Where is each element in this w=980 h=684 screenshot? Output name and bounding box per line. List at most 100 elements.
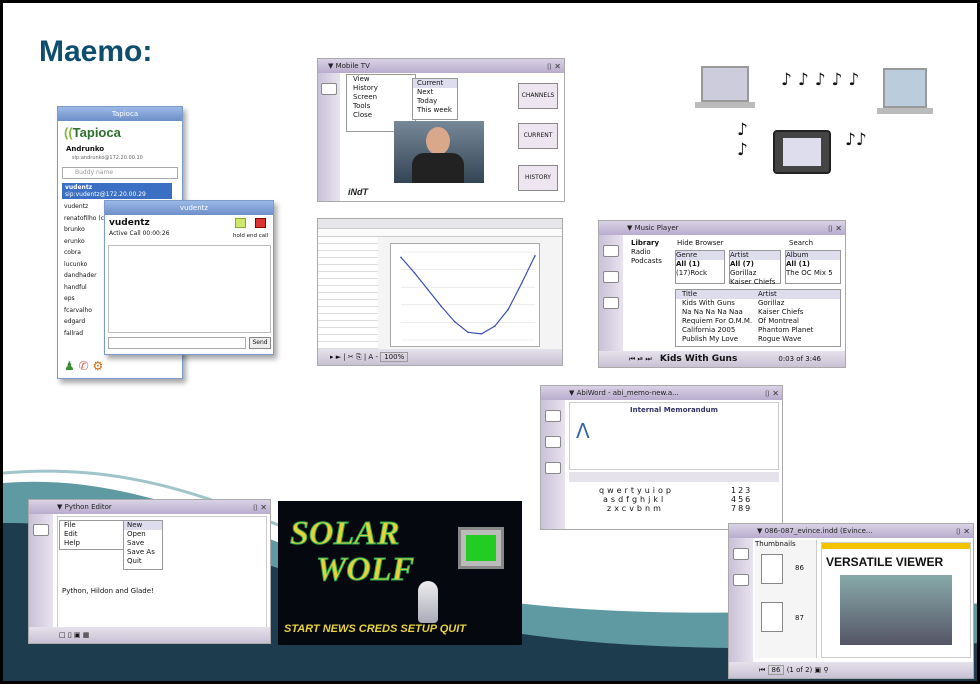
call-contact-name: vudentz <box>109 218 150 228</box>
close-icon[interactable]: ⌷ ✕ <box>253 501 267 514</box>
spreadsheet-toolbar <box>318 219 562 229</box>
chart-data-point <box>400 256 402 259</box>
menu-item-file[interactable]: File <box>60 521 124 530</box>
menu-quit[interactable]: QUIT <box>440 623 466 635</box>
abiword-document[interactable]: Internal Memorandum Λ <box>569 402 779 470</box>
artist-item[interactable]: All (7) <box>730 260 780 269</box>
end-call-icon[interactable] <box>255 218 266 228</box>
track-row[interactable]: California 2005 Phantom Planet <box>676 326 840 335</box>
submenu-item-save-as[interactable]: Save As <box>124 548 162 557</box>
chart-data-point <box>480 333 483 335</box>
channels-button[interactable]: CHANNELS <box>518 83 558 109</box>
artist-item[interactable]: Kaiser Chiefs <box>730 278 780 287</box>
thumbnails-label[interactable]: Thumbnails <box>755 540 816 549</box>
page-number-field[interactable]: 86 <box>767 665 785 675</box>
end-call-label[interactable]: end call <box>247 233 269 239</box>
source-podcasts[interactable]: Podcasts <box>631 257 673 266</box>
artist-column-header[interactable]: Artist <box>758 290 777 298</box>
spreadsheet-column-headers <box>318 229 562 237</box>
solarwolf-window: SOLAR WOLF START NEWS CREDS SETUP QUIT <box>278 501 522 645</box>
solarwolf-menu: START NEWS CREDS SETUP QUIT <box>284 623 466 635</box>
track-artist: Rogue Wave <box>758 335 802 343</box>
submenu-item-save[interactable]: Save <box>124 539 162 548</box>
title-column-header[interactable]: Title <box>676 290 758 299</box>
pdf-viewer-toolbar: ⏮ 86 (1 of 2) ▣ ⚲ <box>729 662 973 678</box>
submenu-item-quit[interactable]: Quit <box>124 557 162 566</box>
history-button[interactable]: HISTORY <box>518 165 558 191</box>
search-label: Search <box>789 239 814 247</box>
track-artist: Gorillaz <box>758 299 785 307</box>
close-icon[interactable]: ⌷ ✕ <box>765 387 779 400</box>
memo-logo: Λ <box>576 419 590 443</box>
now-playing-title: Kids With Guns <box>659 354 738 364</box>
source-library[interactable]: Library <box>631 239 673 248</box>
close-icon[interactable]: ⌷ ✕ <box>547 60 561 73</box>
menu-item-history[interactable]: History <box>347 84 415 93</box>
submenu-item-current[interactable]: Current <box>413 79 457 88</box>
track-row[interactable]: Requiem For O.M.M. Of Montreal <box>676 317 840 326</box>
track-title: California 2005 <box>682 326 736 334</box>
genre-item[interactable]: All (1) <box>676 260 724 269</box>
contact-selected[interactable]: vudentz sip:vudentz@172.20.00.29 <box>62 183 172 199</box>
settings-icon[interactable]: ⚙ <box>92 359 103 373</box>
artist-item[interactable]: Gorillaz <box>730 269 780 278</box>
source-radio[interactable]: Radio <box>631 248 673 257</box>
thumbnail-page-86[interactable] <box>761 554 783 584</box>
call-icon[interactable]: ✆ <box>79 359 89 373</box>
python-editor-title: Python Editor <box>64 503 112 511</box>
current-button[interactable]: CURRENT <box>518 123 558 149</box>
close-icon[interactable]: ⌷ ✕ <box>828 222 842 235</box>
buddy-search-input[interactable]: Buddy name <box>62 167 178 179</box>
album-header[interactable]: Album <box>786 251 840 260</box>
track-list-header: Title Artist <box>676 290 840 299</box>
menu-item-screen[interactable]: Screen <box>347 93 415 102</box>
music-title: Music Player <box>634 224 679 232</box>
artist-header[interactable]: Artist <box>730 251 780 260</box>
album-item[interactable]: The OC Mix 5 <box>786 269 840 278</box>
numpad[interactable]: 123 456 789 <box>731 486 752 513</box>
submenu-item-open[interactable]: Open <box>124 530 162 539</box>
submenu-item-this-week[interactable]: This week <box>413 106 457 115</box>
menu-news[interactable]: NEWS <box>323 623 356 635</box>
genre-item[interactable]: (17)Rock <box>676 269 724 278</box>
numpad-row[interactable]: 789 <box>731 504 752 513</box>
mobile-tv-window: ▼ Mobile TV ⌷ ✕ View History Screen Tools… <box>317 58 565 202</box>
zoom-field[interactable]: 100% <box>380 352 409 362</box>
track-row[interactable]: Publish My Love Rogue Wave <box>676 335 840 344</box>
menu-start[interactable]: START <box>284 623 320 635</box>
menu-creds[interactable]: CREDS <box>359 623 398 635</box>
menu-item-help[interactable]: Help <box>60 539 124 548</box>
pdf-viewer-sidebar <box>729 538 753 678</box>
numpad-row[interactable]: 123 <box>731 486 752 495</box>
thumbnail-page-87[interactable] <box>761 602 783 632</box>
track-row[interactable]: Na Na Na Na Naa Kaiser Chiefs <box>676 308 840 317</box>
chat-input[interactable] <box>108 337 246 349</box>
mobile-tv-submenu: Current Next Today This week <box>412 78 458 120</box>
tapioca-toolbar-icons[interactable]: ♟ ✆ ⚙ <box>64 359 103 373</box>
laptop-left-base <box>695 102 755 108</box>
submenu-item-today[interactable]: Today <box>413 97 457 106</box>
album-item[interactable]: All (1) <box>786 260 840 269</box>
hide-browser-toggle[interactable]: Hide Browser <box>677 239 724 248</box>
presenter-suit <box>412 153 464 183</box>
abiword-title: AbiWord - abi_memo-new.a... <box>576 389 679 397</box>
submenu-item-next[interactable]: Next <box>413 88 457 97</box>
numpad-row[interactable]: 456 <box>731 495 752 504</box>
menu-item-tools[interactable]: Tools <box>347 102 415 111</box>
genre-header[interactable]: Genre <box>676 251 724 260</box>
hold-label[interactable]: hold <box>233 233 245 239</box>
submenu-item-new[interactable]: New <box>124 521 162 530</box>
track-row[interactable]: Kids With Guns Gorillaz <box>676 299 840 308</box>
menu-item-view[interactable]: View <box>347 75 415 84</box>
send-button[interactable]: Send <box>249 337 271 349</box>
menu-item-edit[interactable]: Edit <box>60 530 124 539</box>
hold-icon[interactable] <box>235 218 246 228</box>
track-list: Title Artist Kids With Guns Gorillaz Na Na… <box>675 289 841 347</box>
python-editor-window: ▼ Python Editor ⌷ ✕ Python, Hildon and Gl… <box>28 499 271 644</box>
close-icon[interactable]: ⌷ ✕ <box>956 525 970 538</box>
laptop-right-icon <box>883 68 927 108</box>
pdf-page[interactable]: VERSATILE VIEWER <box>821 542 971 658</box>
track-artist: Phantom Planet <box>758 326 814 334</box>
menu-setup[interactable]: SETUP <box>400 623 436 635</box>
menu-item-close[interactable]: Close <box>347 111 415 120</box>
